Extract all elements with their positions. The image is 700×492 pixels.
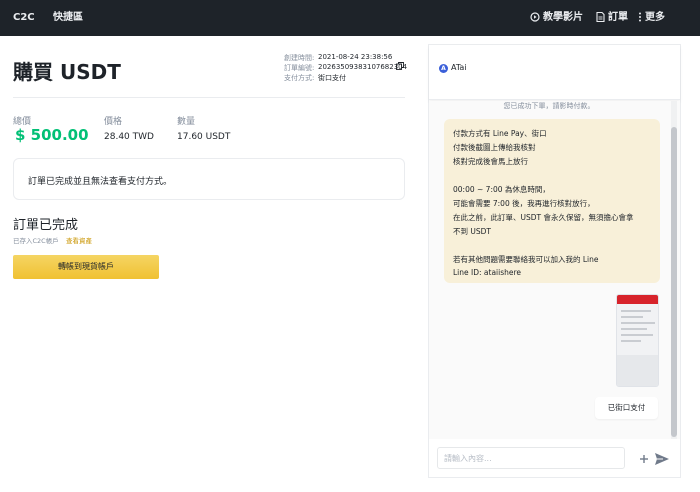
payment-notice-box: 訂單已完成並且無法查看支付方式。 bbox=[13, 158, 405, 200]
section-divider bbox=[13, 97, 405, 98]
transfer-to-spot-button[interactable]: 轉帳到現貨帳戶 bbox=[13, 255, 159, 279]
copy-icon[interactable] bbox=[396, 62, 404, 70]
message-line: 00:00 ~ 7:00 為休息時間， bbox=[453, 185, 550, 194]
more-label: 更多 bbox=[645, 12, 665, 23]
order-number-label: 訂單編號: bbox=[284, 64, 315, 72]
thumbnail-footer bbox=[617, 355, 658, 386]
message-line: 可能會需要 7:00 後，我再進行核對放行， bbox=[453, 199, 595, 208]
thumbnail-row bbox=[621, 328, 647, 330]
message-line: 付款後截圖上傳給我核對 bbox=[453, 143, 536, 152]
order-status-subtitle: 已存入C2C帳戶 bbox=[13, 237, 59, 245]
system-message: 您已成功下單，請影時付款。 bbox=[503, 102, 595, 110]
avatar: A bbox=[439, 64, 448, 73]
chat-panel: A ATai 您已成功下單，請影時付款。 付款方式有 Line Pay、街口 付… bbox=[428, 44, 681, 478]
chat-scrollbar-thumb[interactable] bbox=[671, 127, 677, 437]
document-icon bbox=[596, 12, 605, 22]
message-line: 核對完成後會馬上放行 bbox=[453, 157, 528, 166]
message-line: 若有其他問題需要聯絡我可以加入我的 Line bbox=[453, 255, 599, 264]
message-bubble: 付款方式有 Line Pay、街口 付款後截圖上傳給我核對 核對完成後會馬上放行… bbox=[444, 119, 660, 283]
total-value: $ 500.00 bbox=[15, 126, 89, 144]
created-time-value: 2021-08-24 23:38:56 bbox=[318, 53, 393, 61]
thumbnail-row bbox=[621, 322, 655, 324]
paid-message-bubble: 已街口支付 bbox=[595, 397, 658, 419]
thumbnail-row bbox=[621, 310, 651, 312]
chat-messages[interactable]: 您已成功下單，請影時付款。 付款方式有 Line Pay、街口 付款後截圖上傳給… bbox=[429, 101, 680, 439]
plus-icon[interactable] bbox=[638, 453, 650, 465]
message-line: 付款方式有 Line Pay、街口 bbox=[453, 129, 547, 138]
chat-header: A ATai bbox=[429, 45, 680, 100]
brand-c2c-link[interactable]: C2C bbox=[13, 0, 35, 36]
chat-message-input[interactable] bbox=[437, 447, 625, 469]
top-nav-bar: C2C 快捷區 教學影片 訂單 更多 bbox=[0, 0, 700, 36]
payment-method-value: 街口支付 bbox=[318, 74, 346, 82]
order-status-title: 訂單已完成 bbox=[13, 218, 79, 233]
payment-screenshot-thumbnail[interactable] bbox=[616, 294, 659, 387]
quick-zone-link[interactable]: 快捷區 bbox=[53, 0, 83, 36]
payment-method-label: 支付方式: bbox=[284, 74, 315, 82]
thumbnail-row bbox=[621, 340, 641, 342]
price-value: 28.40 TWD bbox=[104, 132, 154, 142]
thumbnail-row bbox=[621, 334, 653, 336]
order-number-value: 20263509383107682304 bbox=[318, 63, 408, 71]
orders-label: 訂單 bbox=[608, 12, 628, 23]
created-time-label: 創建時間: bbox=[284, 54, 315, 62]
thumbnail-row bbox=[621, 316, 643, 318]
more-menu[interactable]: 更多 bbox=[638, 0, 665, 36]
view-assets-link[interactable]: 查看資產 bbox=[66, 235, 92, 245]
page-title: 購買 USDT bbox=[13, 60, 121, 84]
payment-notice-text: 訂單已完成並且無法查看支付方式。 bbox=[28, 177, 173, 187]
play-circle-icon bbox=[530, 12, 540, 22]
price-label: 價格 bbox=[104, 117, 123, 127]
tutorial-link[interactable]: 教學影片 bbox=[530, 0, 583, 36]
message-line: 不到 USDT bbox=[453, 227, 491, 236]
more-vertical-icon bbox=[639, 12, 641, 22]
thumbnail-header-bar bbox=[617, 295, 658, 304]
tutorial-label: 教學影片 bbox=[543, 12, 583, 23]
counterparty-name[interactable]: ATai bbox=[451, 63, 467, 72]
quantity-value: 17.60 USDT bbox=[177, 132, 231, 142]
message-line: Line ID: ataiishere bbox=[453, 268, 522, 277]
orders-link[interactable]: 訂單 bbox=[596, 0, 628, 36]
message-line: 在此之前，此訂單、USDT 會永久保留，無須擔心會拿 bbox=[453, 213, 634, 222]
quantity-label: 數量 bbox=[177, 117, 196, 127]
send-icon[interactable] bbox=[654, 451, 670, 467]
